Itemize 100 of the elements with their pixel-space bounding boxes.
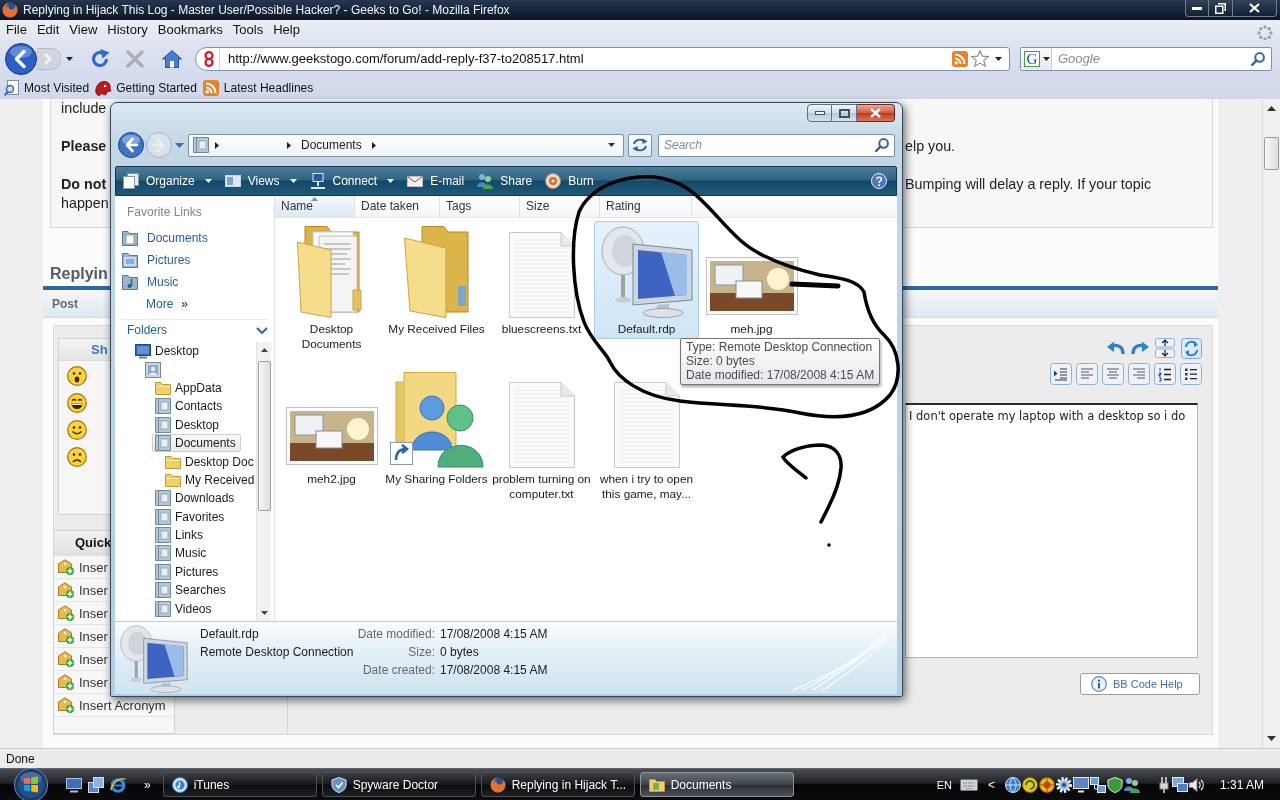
start-orb-icon[interactable] bbox=[14, 767, 48, 800]
tree-item[interactable]: Contacts bbox=[152, 397, 226, 416]
bookmark-item[interactable]: Getting Started bbox=[95, 80, 197, 96]
network-monitor-icon[interactable] bbox=[1171, 776, 1188, 793]
favorite-link[interactable]: Pictures bbox=[122, 249, 191, 271]
folders-header[interactable]: Folders bbox=[127, 320, 268, 340]
tree-item[interactable]: Desktop bbox=[132, 342, 203, 361]
menu-item[interactable]: Help bbox=[268, 20, 305, 40]
burn-button[interactable]: Burn bbox=[538, 167, 600, 195]
language-indicator[interactable]: EN bbox=[936, 778, 952, 791]
speaker-icon[interactable] bbox=[1187, 776, 1204, 793]
window-switcher-icon[interactable] bbox=[88, 776, 104, 793]
home-icon[interactable] bbox=[162, 49, 182, 68]
bookmark-star-icon[interactable] bbox=[971, 50, 989, 67]
tree-item[interactable]: Pictures bbox=[152, 562, 222, 581]
column-header[interactable]: Name bbox=[275, 196, 355, 217]
caret-icon[interactable] bbox=[608, 143, 615, 147]
message-field[interactable]: I don't operate my laptop with a desktop so i do bbox=[905, 403, 1198, 658]
maximize-button[interactable] bbox=[832, 104, 857, 122]
browser-icon[interactable] bbox=[110, 776, 126, 793]
explorer-item[interactable]: meh.jpg bbox=[699, 256, 804, 339]
bullet-list-icon[interactable] bbox=[1180, 362, 1202, 385]
target-icon[interactable] bbox=[1038, 776, 1055, 793]
column-header[interactable]: Tags bbox=[440, 196, 520, 217]
redo-icon[interactable] bbox=[1131, 340, 1149, 356]
menu-item[interactable]: Bookmarks bbox=[152, 20, 228, 40]
tree-item[interactable]: Favorites bbox=[152, 507, 228, 526]
address-field[interactable]: Documents bbox=[188, 133, 624, 157]
tree-item[interactable]: Desktop Doc bbox=[162, 452, 256, 471]
email-button[interactable]: E-mail bbox=[400, 167, 471, 195]
show-desktop-icon[interactable] bbox=[66, 776, 82, 793]
insert-link[interactable]: Inser bbox=[58, 559, 108, 575]
insert-link[interactable]: Inser bbox=[58, 651, 108, 667]
people-icon[interactable] bbox=[1123, 776, 1140, 793]
breadcrumb-arrow-icon[interactable] bbox=[215, 141, 219, 149]
restore-button[interactable] bbox=[1209, 0, 1233, 17]
refresh-button[interactable] bbox=[628, 133, 652, 157]
minimize-button[interactable] bbox=[1185, 0, 1209, 17]
share-button[interactable]: Share bbox=[470, 167, 539, 195]
menu-item[interactable]: Edit bbox=[31, 20, 65, 40]
gear-icon[interactable] bbox=[1055, 776, 1072, 793]
globe-icon[interactable] bbox=[1004, 776, 1021, 793]
menu-item[interactable]: Tools bbox=[227, 20, 269, 40]
scroll-down-icon[interactable] bbox=[260, 611, 268, 615]
insert-link[interactable]: Inser bbox=[58, 605, 108, 621]
search-field[interactable]: Search bbox=[658, 133, 895, 157]
caret-icon[interactable] bbox=[66, 56, 73, 61]
explorer-item[interactable]: My Sharing Folders bbox=[384, 371, 489, 489]
rss-feed-icon[interactable] bbox=[952, 50, 968, 67]
reload-icon[interactable] bbox=[90, 48, 110, 69]
explorer-item[interactable]: Default.rdp bbox=[594, 221, 699, 339]
help-button[interactable]: BB Code Help bbox=[1080, 673, 1200, 695]
favorite-link[interactable]: Music bbox=[122, 271, 179, 293]
organize-button[interactable]: Organize bbox=[116, 167, 218, 195]
views-button[interactable]: Views bbox=[217, 167, 303, 195]
breadcrumb-arrow-icon[interactable] bbox=[371, 141, 376, 149]
column-header[interactable]: Size bbox=[520, 196, 600, 217]
tree-item[interactable]: My Received bbox=[162, 470, 256, 489]
tree-item[interactable]: Downloads bbox=[152, 489, 238, 508]
connect-button[interactable]: Connect bbox=[302, 167, 401, 195]
help-icon[interactable] bbox=[871, 173, 887, 189]
search-engine-button[interactable]: G bbox=[1021, 47, 1052, 70]
insert-link[interactable]: Inser bbox=[58, 674, 108, 690]
close-button[interactable] bbox=[1233, 0, 1277, 17]
scroll-down-icon[interactable] bbox=[1267, 736, 1276, 741]
scroll-up-icon[interactable] bbox=[1267, 106, 1276, 111]
tree-item[interactable]: Searches bbox=[152, 581, 229, 600]
laughing-face-icon[interactable] bbox=[67, 393, 87, 413]
computers-icon[interactable] bbox=[1089, 776, 1106, 793]
indent-icon[interactable] bbox=[1050, 362, 1072, 385]
scroll-up-icon[interactable] bbox=[260, 348, 268, 352]
menu-item[interactable]: History bbox=[102, 20, 153, 40]
search-icon[interactable] bbox=[1251, 51, 1265, 66]
resize-icon[interactable] bbox=[1155, 338, 1175, 358]
monitor-icon[interactable] bbox=[1072, 776, 1089, 793]
taskbar-button[interactable]: Documents bbox=[639, 772, 794, 797]
breadcrumb-item[interactable]: Documents bbox=[301, 138, 362, 152]
insert-link[interactable]: Insert Acronym bbox=[58, 697, 166, 713]
explorer-item[interactable]: Desktop Documents bbox=[279, 225, 384, 354]
taskbar-button[interactable]: Replying in Hijack T... bbox=[480, 772, 635, 797]
circular-arrow-icon[interactable] bbox=[1021, 776, 1038, 793]
more-link[interactable]: More » bbox=[146, 293, 189, 315]
scroll-thumb[interactable] bbox=[257, 361, 271, 511]
explorer-item[interactable]: meh2.jpg bbox=[279, 406, 384, 489]
bookmark-item[interactable]: Latest Headlines bbox=[202, 80, 314, 96]
undo-icon[interactable] bbox=[1107, 340, 1125, 356]
menu-item[interactable]: View bbox=[64, 20, 103, 40]
menu-item[interactable]: File bbox=[1, 20, 32, 40]
smiling-face-icon[interactable] bbox=[67, 420, 87, 440]
explorer-item[interactable]: problem turning on computer.txt bbox=[489, 381, 594, 504]
column-header[interactable]: Date taken bbox=[355, 196, 440, 217]
column-header[interactable]: Rating bbox=[600, 196, 692, 217]
back-icon[interactable] bbox=[5, 42, 37, 75]
overflow-chevron[interactable]: » bbox=[144, 777, 151, 792]
tray-expand-toggle[interactable]: < bbox=[987, 777, 995, 792]
shield-icon[interactable] bbox=[1106, 776, 1123, 793]
search-field[interactable]: G Google bbox=[1020, 46, 1272, 71]
insert-link[interactable]: Inser bbox=[58, 628, 108, 644]
clock[interactable]: 1:31 AM bbox=[1219, 777, 1264, 792]
numbered-list-icon[interactable] bbox=[1154, 362, 1176, 385]
